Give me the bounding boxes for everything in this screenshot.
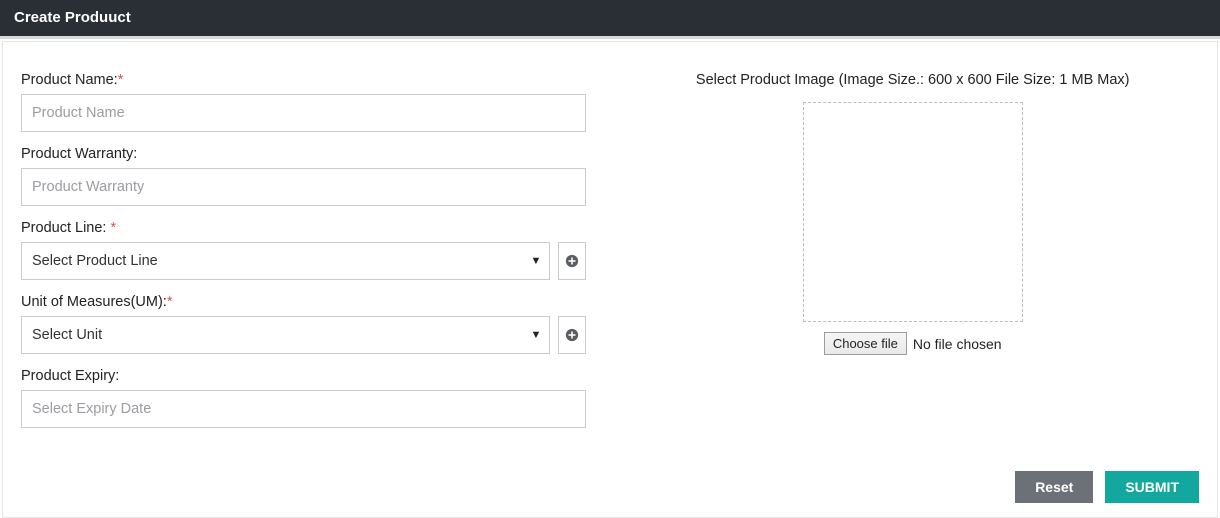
page-title: Create Produuct bbox=[14, 9, 131, 26]
reset-button[interactable]: Reset bbox=[1015, 471, 1093, 503]
unit-of-measures-label-text: Unit of Measures(UM): bbox=[21, 294, 167, 310]
product-line-label-text: Product Line: bbox=[21, 220, 110, 236]
product-expiry-group: Product Expiry: bbox=[21, 368, 586, 428]
choose-file-button[interactable]: Choose file bbox=[824, 332, 907, 355]
required-mark: * bbox=[118, 72, 124, 88]
unit-of-measures-label: Unit of Measures(UM):* bbox=[21, 294, 586, 310]
file-status-text: No file chosen bbox=[913, 336, 1002, 352]
product-warranty-input[interactable] bbox=[21, 168, 586, 206]
required-mark: * bbox=[167, 294, 173, 310]
plus-circle-icon bbox=[565, 254, 579, 268]
page-header: Create Produuct bbox=[0, 0, 1220, 36]
submit-button[interactable]: SUBMIT bbox=[1105, 471, 1199, 503]
left-column: Product Name:* Product Warranty: Product… bbox=[21, 72, 586, 442]
product-line-select[interactable]: Select Product Line bbox=[21, 242, 550, 280]
product-line-label: Product Line: * bbox=[21, 220, 586, 236]
add-product-line-button[interactable] bbox=[558, 242, 586, 280]
required-mark: * bbox=[110, 220, 116, 236]
header-divider bbox=[0, 36, 1220, 39]
unit-of-measures-group: Unit of Measures(UM):* Select Unit ▼ bbox=[21, 294, 586, 354]
file-input-row: Choose file No file chosen bbox=[626, 332, 1199, 355]
image-preview-box bbox=[803, 102, 1023, 322]
product-name-label-text: Product Name: bbox=[21, 72, 118, 88]
add-unit-button[interactable] bbox=[558, 316, 586, 354]
product-expiry-label: Product Expiry: bbox=[21, 368, 586, 384]
product-name-input[interactable] bbox=[21, 94, 586, 132]
product-name-group: Product Name:* bbox=[21, 72, 586, 132]
product-line-group: Product Line: * Select Product Line ▼ bbox=[21, 220, 586, 280]
product-name-label: Product Name:* bbox=[21, 72, 586, 88]
product-image-label: Select Product Image (Image Size.: 600 x… bbox=[626, 72, 1199, 88]
form-footer: Reset SUBMIT bbox=[1015, 471, 1199, 503]
right-column: Select Product Image (Image Size.: 600 x… bbox=[586, 72, 1199, 442]
unit-of-measures-select[interactable]: Select Unit bbox=[21, 316, 550, 354]
form-panel: Product Name:* Product Warranty: Product… bbox=[2, 41, 1218, 518]
product-warranty-label: Product Warranty: bbox=[21, 146, 586, 162]
product-expiry-input[interactable] bbox=[21, 390, 586, 428]
plus-circle-icon bbox=[565, 328, 579, 342]
product-warranty-group: Product Warranty: bbox=[21, 146, 586, 206]
